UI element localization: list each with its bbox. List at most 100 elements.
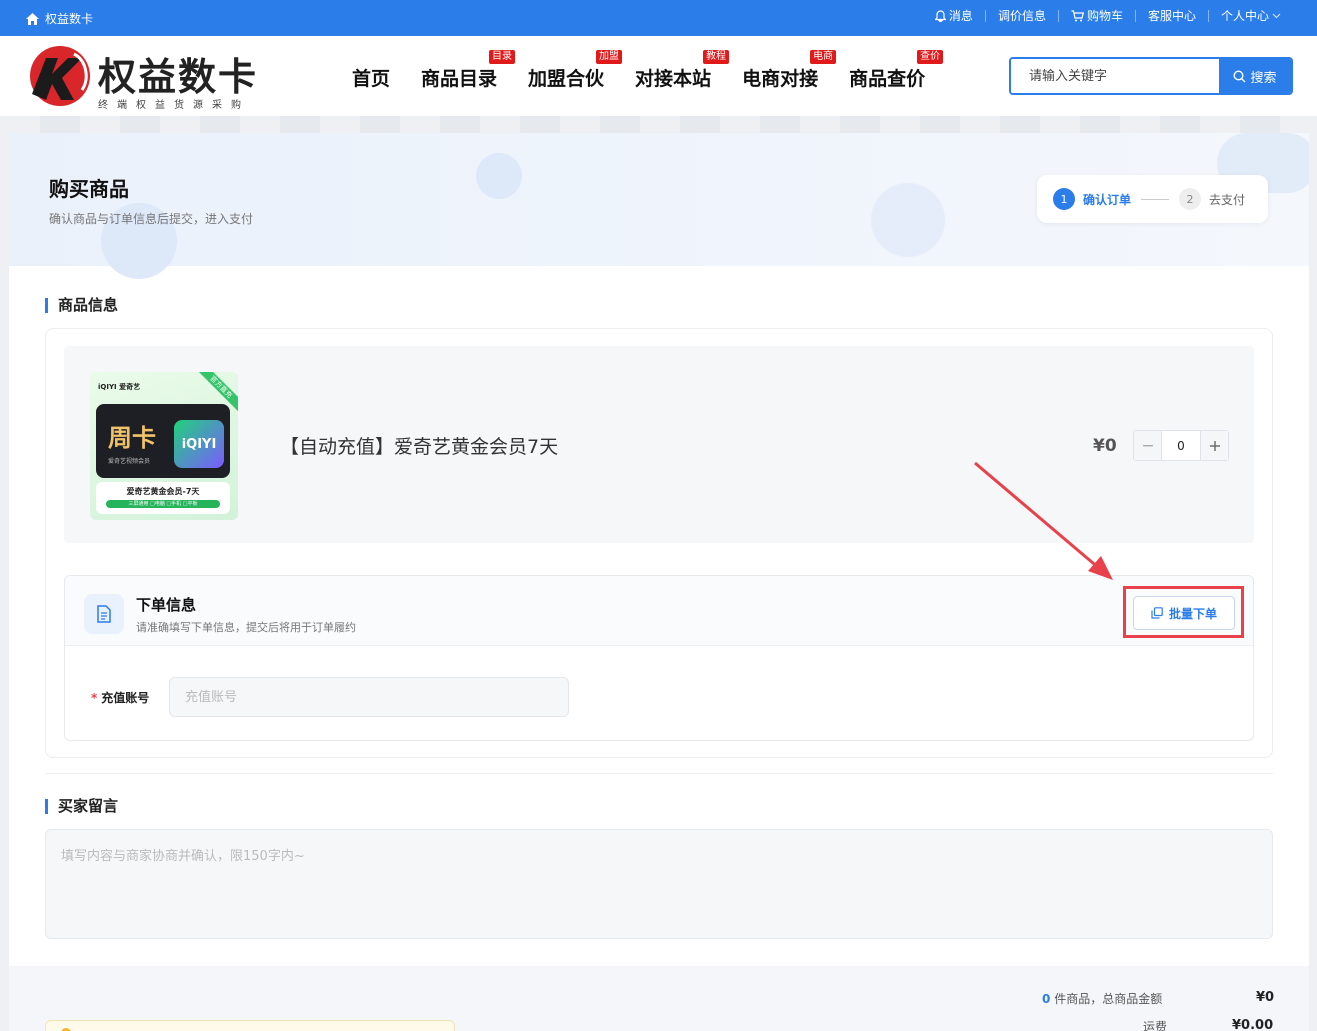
top-bar: 权益数卡 消息 调价信息 购物车 客服中心 个人中心 [0, 0, 1317, 36]
search-button-label: 搜索 [1250, 70, 1277, 86]
product-image[interactable]: 官方直充 iQIYI 爱奇艺 周卡 爱奇艺视频会员 iQIYI 爱奇艺黄金会员-… [90, 372, 238, 520]
page-hero: 购买商品 确认商品与订单信息后提交，进入支付 1 确认订单 2 去支付 [9, 133, 1309, 279]
nav-price-check[interactable]: 商品查价 查价 [849, 50, 944, 91]
nav-label: 商品查价 [849, 68, 926, 90]
service-center-label: 客服中心 [1147, 9, 1196, 23]
required-mark: * [91, 691, 98, 705]
page-subtitle: 确认商品与订单信息后提交，进入支付 [49, 212, 254, 226]
thumb-big-text: 周卡 [108, 424, 156, 452]
order-info-header: 下单信息 请准确填写下单信息，提交后将用于订单履约 批量下单 [65, 576, 1253, 646]
logo-slogan: 终端权益货源采购 [98, 100, 250, 111]
decrease-button[interactable] [1134, 431, 1161, 460]
cart-link[interactable]: 购物车 [1057, 9, 1135, 23]
nav-label: 对接本站 [635, 68, 712, 90]
logo-mark-icon [30, 46, 90, 106]
order-info-panel: 下单信息 请准确填写下单信息，提交后将用于订单履约 批量下单 * 充值账号 [64, 575, 1254, 741]
nav-integration[interactable]: 对接本站 教程 [635, 50, 730, 91]
product-section-title: 商品信息 [45, 298, 118, 313]
search-input[interactable] [1011, 59, 1221, 93]
cart-label: 购物车 [1086, 9, 1123, 23]
product-card: 官方直充 iQIYI 爱奇艺 周卡 爱奇艺视频会员 iQIYI 爱奇艺黄金会员-… [45, 328, 1273, 758]
divider [45, 773, 1273, 774]
nav-badge: 目录 [489, 50, 516, 64]
search-box: 搜索 [1009, 57, 1293, 95]
purchase-panel: 购买商品 确认商品与订单信息后提交，进入支付 1 确认订单 2 去支付 商品信息 官… [9, 133, 1309, 1031]
thumb-card: 周卡 爱奇艺视频会员 iQIYI [96, 404, 230, 478]
messages-link[interactable]: 消息 [923, 10, 985, 22]
logo[interactable]: 权益数卡 终端权益货源采购 [28, 44, 268, 111]
message-section-title: 买家留言 [45, 799, 118, 814]
notice-box [45, 1020, 455, 1031]
account-label-text: 充值账号 [101, 691, 150, 705]
account-input[interactable] [169, 677, 569, 717]
step-confirm: 1 确认订单 [1053, 188, 1131, 210]
step-number: 1 [1053, 188, 1075, 210]
chevron-down-icon [1272, 13, 1281, 19]
nav-catalog[interactable]: 商品目录 目录 [421, 50, 516, 91]
service-center-link[interactable]: 客服中心 [1134, 9, 1208, 23]
nav-label: 首页 [352, 68, 391, 90]
bell-icon [934, 10, 946, 22]
header: 权益数卡 终端权益货源采购 首页 商品目录 目录 加盟合伙 加盟 对接本站 教程 电商… [0, 36, 1317, 116]
quantity-stepper: 0 [1133, 430, 1229, 461]
product-row: 官方直充 iQIYI 爱奇艺 周卡 爱奇艺视频会员 iQIYI 爱奇艺黄金会员-… [64, 346, 1254, 543]
step-label: 确认订单 [1083, 192, 1132, 207]
user-center-label: 个人中心 [1220, 9, 1269, 23]
home-icon [26, 12, 39, 25]
step-label: 去支付 [1209, 192, 1246, 207]
account-label: * 充值账号 [91, 689, 149, 706]
step-number: 2 [1179, 188, 1202, 210]
thumb-bottom: 爱奇艺黄金会员-7天 三屏通用 □电脑 □手机 □平板 [96, 482, 230, 514]
item-count: 0 [1042, 992, 1051, 1006]
logo-name: 权益数卡 [98, 54, 259, 99]
thumb-bottom-title: 爱奇艺黄金会员-7天 [126, 487, 200, 496]
increase-button[interactable] [1201, 431, 1228, 460]
document-icon [84, 594, 124, 634]
thumb-brand: iQIYI 爱奇艺 [98, 383, 141, 391]
nav-badge: 查价 [917, 50, 944, 64]
thumb-small-text: 爱奇艺视频会员 [108, 458, 151, 465]
nav-label: 商品目录 [421, 68, 498, 90]
order-steps: 1 确认订单 2 去支付 [1037, 175, 1268, 223]
shipping-value: ¥0.00 [1232, 1018, 1274, 1031]
price-info-label: 调价信息 [997, 9, 1046, 23]
main-nav: 首页 商品目录 目录 加盟合伙 加盟 对接本站 教程 电商对接 电商 商品查价 查价 [352, 50, 956, 91]
summary-text: 0 件商品，总商品金额 [1042, 990, 1162, 1007]
nav-badge: 教程 [703, 50, 730, 64]
site-name: 权益数卡 [45, 12, 94, 26]
order-info-subtitle: 请准确填写下单信息，提交后将用于订单履约 [136, 621, 356, 634]
copy-icon [1151, 607, 1163, 619]
decor-circle [871, 183, 945, 257]
shipping-label: 运费 [1143, 1020, 1168, 1031]
plus-icon [1209, 440, 1220, 451]
nav-franchise[interactable]: 加盟合伙 加盟 [528, 50, 623, 91]
order-info-title: 下单信息 [136, 596, 197, 614]
search-button[interactable]: 搜索 [1219, 59, 1291, 93]
thumb-bottom-bar: 三屏通用 □电脑 □手机 □平板 [106, 500, 220, 508]
minus-icon [1142, 444, 1153, 446]
home-link[interactable]: 权益数卡 [26, 10, 93, 27]
buyer-message-input[interactable] [45, 829, 1273, 939]
quantity-value[interactable]: 0 [1161, 431, 1201, 460]
user-center-link[interactable]: 个人中心 [1207, 9, 1293, 23]
nav-home[interactable]: 首页 [352, 64, 390, 91]
price-info-link[interactable]: 调价信息 [984, 9, 1058, 23]
nav-badge: 加盟 [596, 50, 623, 64]
total-amount: ¥0 [1256, 990, 1275, 1005]
step-connector [1141, 198, 1170, 200]
iqiyi-logo: iQIYI [174, 420, 224, 468]
search-icon [1233, 69, 1246, 82]
step-pay: 2 去支付 [1179, 188, 1245, 210]
decor-circle [476, 153, 522, 199]
order-summary: 0 件商品，总商品金额 ¥0 运费 ¥0.00 [9, 966, 1309, 1031]
cart-icon [1071, 10, 1084, 22]
batch-order-button[interactable]: 批量下单 [1133, 596, 1235, 630]
nav-label: 电商对接 [742, 68, 819, 90]
batch-order-label: 批量下单 [1168, 606, 1217, 621]
nav-label: 加盟合伙 [528, 68, 605, 90]
nav-badge: 电商 [810, 50, 837, 64]
page-title: 购买商品 [49, 177, 129, 201]
product-price: ¥0 [1093, 436, 1117, 456]
nav-ecommerce[interactable]: 电商对接 电商 [742, 50, 837, 91]
messages-label: 消息 [948, 9, 973, 23]
